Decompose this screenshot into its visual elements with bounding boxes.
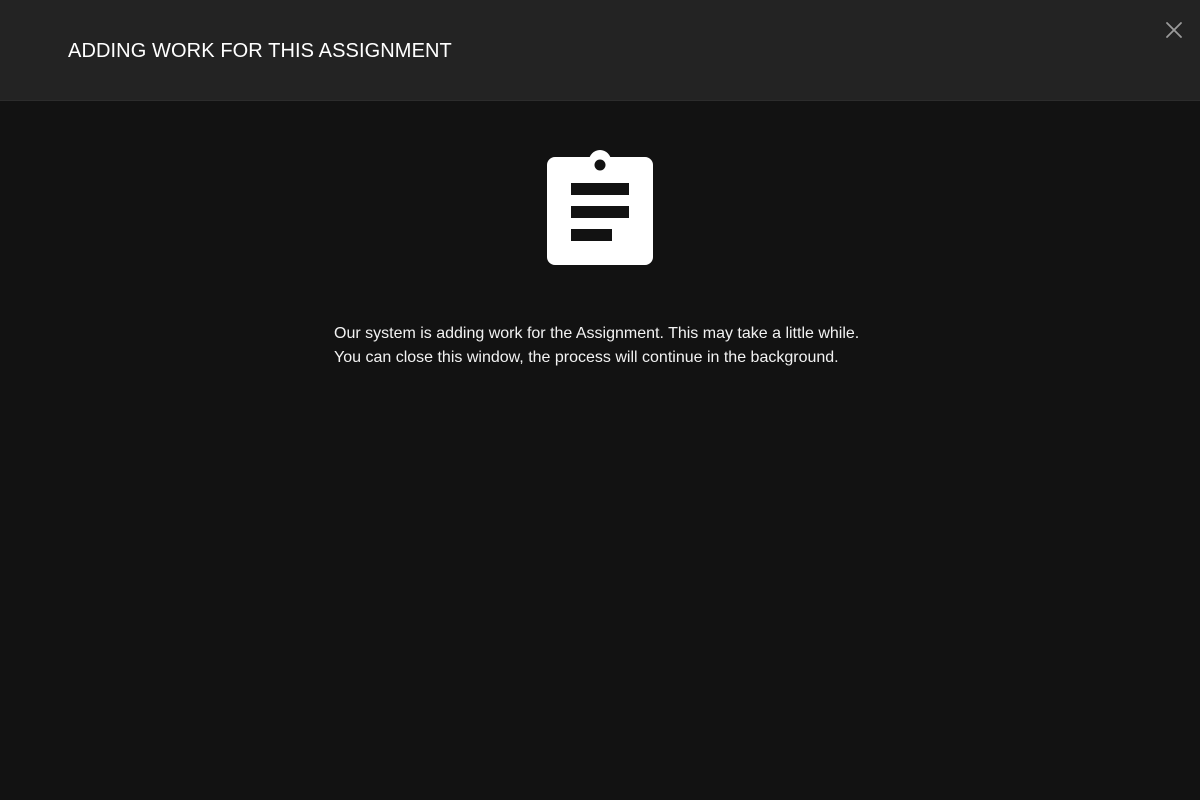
dialog-header: ADDING WORK FOR THIS ASSIGNMENT	[0, 0, 1200, 101]
clipboard-list-icon	[547, 147, 653, 265]
close-button[interactable]	[1162, 18, 1186, 42]
dialog-title: ADDING WORK FOR THIS ASSIGNMENT	[68, 40, 452, 62]
add-work-dialog: ADDING WORK FOR THIS ASSIGNMENT Our syst…	[0, 0, 1200, 800]
close-icon	[1162, 18, 1186, 42]
status-message-line: Our system is adding work for the Assign…	[334, 325, 860, 342]
status-message-line: You can close this window, the process w…	[334, 349, 839, 366]
status-message: Our system is adding work for the Assign…	[334, 322, 894, 370]
